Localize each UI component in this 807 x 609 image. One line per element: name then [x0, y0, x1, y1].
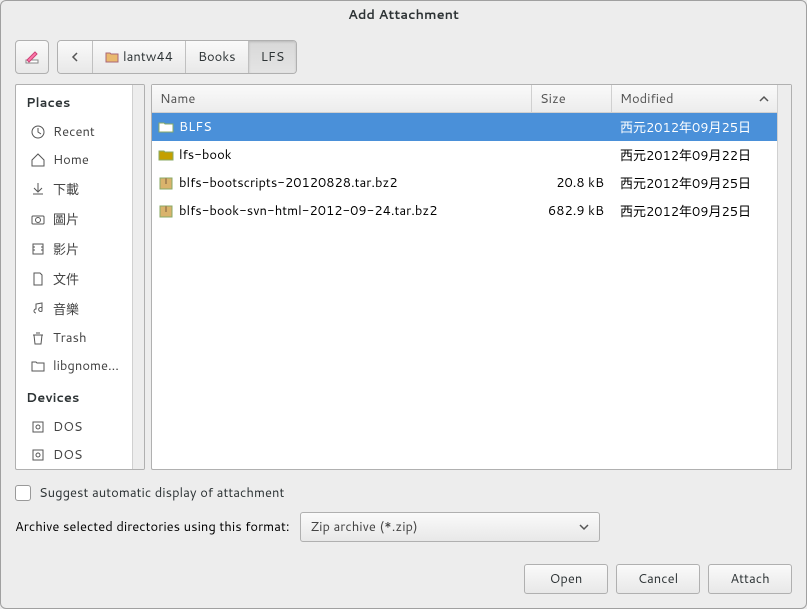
format-label: Archive selected directories using this …: [15, 518, 290, 536]
music-icon: [30, 301, 46, 317]
file-row[interactable]: blfs-book-svn-html-2012-09-24.tar.bz2682…: [152, 197, 777, 225]
folder-icon: [158, 147, 174, 163]
toolbar: lantw44 Books LFS: [15, 40, 792, 74]
sidebar-item-音樂[interactable]: 音樂: [16, 294, 132, 324]
sidebar-item-圖片[interactable]: 圖片: [16, 204, 132, 234]
sidebar-item-影片[interactable]: 影片: [16, 234, 132, 264]
column-headers: Name Size Modified: [152, 85, 777, 113]
clock-icon: [30, 124, 46, 140]
suggest-checkbox-row[interactable]: Suggest automatic display of attachment: [15, 484, 792, 502]
file-row[interactable]: BLFS西元2012年09月25日: [152, 113, 777, 141]
sidebar-scrollbar[interactable]: [132, 85, 144, 469]
path-back-button[interactable]: [58, 41, 93, 73]
sidebar-device-1[interactable]: DOS: [16, 441, 132, 469]
edit-filename-button[interactable]: [15, 40, 49, 74]
sidebar-device-0[interactable]: DOS: [16, 413, 132, 441]
archive-icon: [158, 175, 174, 191]
title-bar: Add Attachment: [1, 1, 806, 28]
path-segment-lfs[interactable]: LFS: [249, 41, 297, 73]
folder-icon: [30, 358, 46, 374]
home-icon: [30, 152, 46, 168]
sidebar-item-libgnome...[interactable]: libgnome...: [16, 352, 132, 380]
sidebar-item-home[interactable]: Home: [16, 146, 132, 174]
disk-icon: [30, 419, 46, 435]
col-name-header[interactable]: Name: [152, 85, 532, 112]
file-list-pane: Name Size Modified BLFS西元2012年09月25日lfs-…: [151, 84, 792, 470]
col-size-header[interactable]: Size: [532, 85, 612, 112]
suggest-checkbox[interactable]: [15, 485, 31, 501]
folder-icon: [158, 119, 174, 135]
camera-icon: [30, 211, 46, 227]
doc-icon: [30, 271, 46, 287]
open-button[interactable]: Open: [524, 564, 608, 594]
disk-icon: [30, 447, 46, 463]
sidebar-item-文件[interactable]: 文件: [16, 264, 132, 294]
sidebar-item-trash[interactable]: Trash: [16, 324, 132, 352]
trash-icon: [30, 330, 46, 346]
download-icon: [30, 181, 46, 197]
sort-asc-icon: [759, 94, 769, 104]
archive-icon: [158, 203, 174, 219]
sidebar-item-下載[interactable]: 下載: [16, 174, 132, 204]
filelist-scrollbar[interactable]: [777, 85, 791, 469]
file-row[interactable]: blfs-bootscripts-20120828.tar.bz220.8 kB…: [152, 169, 777, 197]
chevron-left-icon: [70, 52, 80, 62]
archive-format-combo[interactable]: Zip archive (*.zip): [300, 512, 600, 542]
sidebar-item-recent[interactable]: Recent: [16, 118, 132, 146]
places-sidebar: Places RecentHome下載圖片影片文件音樂Trashlibgnome…: [15, 84, 145, 470]
attach-button[interactable]: Attach: [708, 564, 792, 594]
cancel-button[interactable]: Cancel: [616, 564, 700, 594]
places-heading: Places: [16, 85, 132, 118]
dialog-actions: Open Cancel Attach: [1, 554, 806, 608]
file-row[interactable]: lfs-book西元2012年09月22日: [152, 141, 777, 169]
film-icon: [30, 241, 46, 257]
window-title: Add Attachment: [348, 6, 459, 24]
path-segment-books[interactable]: Books: [186, 41, 249, 73]
col-modified-header[interactable]: Modified: [612, 85, 777, 112]
devices-heading: Devices: [16, 380, 132, 413]
pencil-icon: [24, 49, 40, 65]
path-bar: lantw44 Books LFS: [57, 40, 297, 74]
chevron-down-icon: [579, 522, 589, 532]
suggest-label: Suggest automatic display of attachment: [39, 484, 284, 502]
home-folder-icon: [105, 50, 119, 64]
path-segment-home[interactable]: lantw44: [93, 41, 186, 73]
